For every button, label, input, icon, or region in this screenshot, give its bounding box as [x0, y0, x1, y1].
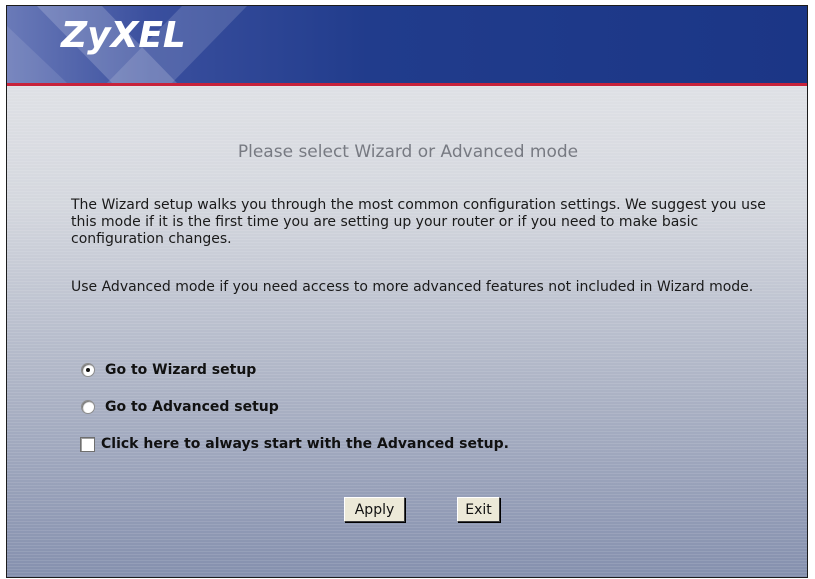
always-advanced-label[interactable]: Click here to always start with the Adva…: [101, 436, 509, 452]
option-advanced-setup[interactable]: Go to Advanced setup: [81, 398, 279, 416]
always-advanced-option[interactable]: Click here to always start with the Adva…: [80, 435, 509, 453]
setup-mode-page: ZyXEL Please select Wizard or Advanced m…: [6, 5, 808, 578]
advanced-description: Use Advanced mode if you need access to …: [71, 279, 754, 295]
option-wizard-setup[interactable]: Go to Wizard setup: [81, 361, 256, 379]
exit-button[interactable]: Exit: [457, 497, 500, 522]
advanced-radio[interactable]: [81, 400, 95, 414]
wizard-radio-label[interactable]: Go to Wizard setup: [105, 362, 256, 378]
apply-button[interactable]: Apply: [344, 497, 405, 522]
wizard-radio[interactable]: [81, 363, 95, 377]
wizard-description: The Wizard setup walks you through the m…: [71, 197, 766, 247]
advanced-radio-label[interactable]: Go to Advanced setup: [105, 399, 279, 415]
page-title: Please select Wizard or Advanced mode: [237, 142, 579, 162]
always-advanced-checkbox[interactable]: [80, 436, 95, 452]
zyxel-logo: ZyXEL: [61, 15, 186, 56]
header-banner: ZyXEL: [7, 6, 807, 83]
